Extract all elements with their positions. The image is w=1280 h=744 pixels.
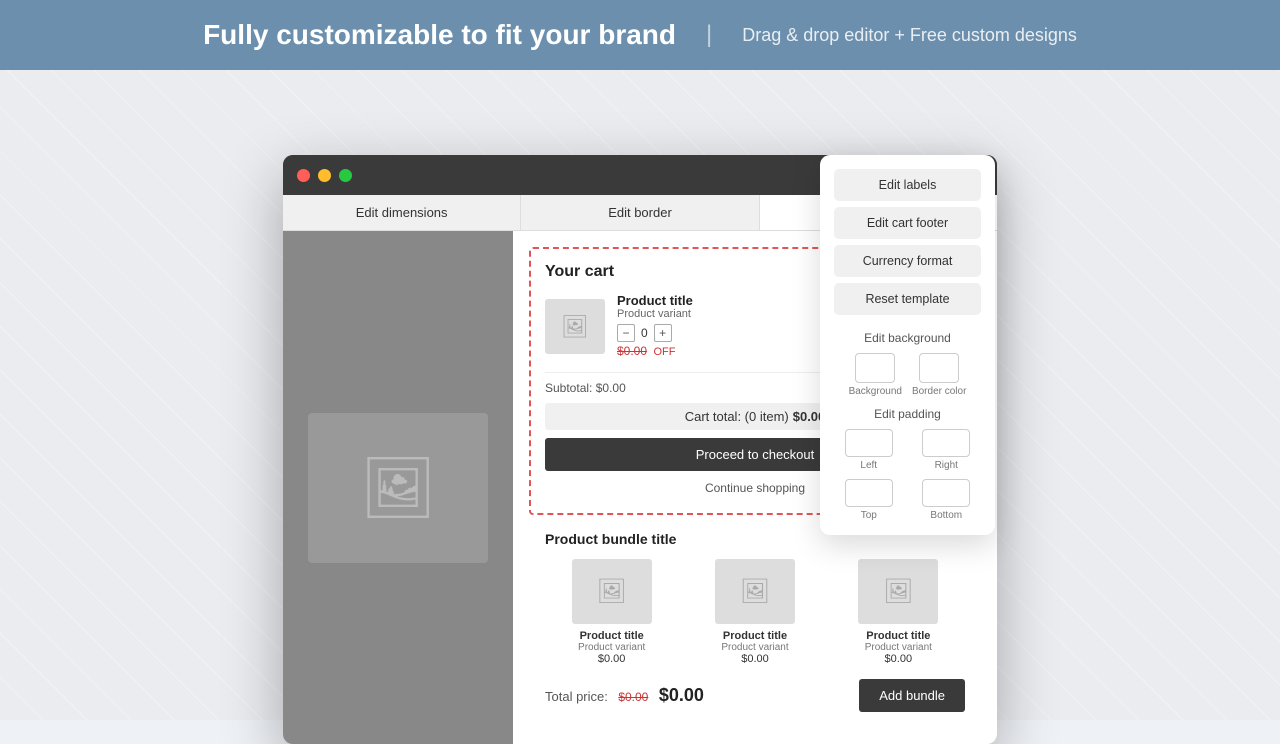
bundle-product-2: 🖼 Product title Product variant $0.00 — [688, 559, 821, 665]
edit-labels-button[interactable]: Edit labels — [834, 169, 981, 201]
bundle-img-icon-3: 🖼 — [883, 577, 913, 606]
currency-format-button[interactable]: Currency format — [834, 245, 981, 277]
padding-top-item: Top — [834, 479, 904, 521]
bundle-img-icon-2: 🖼 — [740, 577, 770, 606]
subtotal-label: Subtotal: $0.00 — [545, 381, 626, 395]
bundle-price: $0.00 — [659, 685, 704, 705]
padding-left-item: Left — [834, 429, 904, 471]
image-icon-large: 🖼 — [360, 452, 436, 523]
bundle-footer: Total price: $0.00 $0.00 Add bundle — [545, 679, 965, 712]
padding-grid: Left Right Top Bottom — [834, 429, 981, 521]
background-color-swatch[interactable] — [855, 353, 895, 383]
padding-left-label: Left — [834, 460, 904, 471]
bundle-img-2: 🖼 — [715, 559, 795, 624]
border-color-item: Border color — [912, 353, 966, 397]
image-placeholder-large: 🖼 — [308, 413, 488, 563]
padding-top-label: Top — [834, 510, 904, 521]
padding-bottom-label: Bottom — [912, 510, 982, 521]
bundle-total-area: Total price: $0.00 $0.00 — [545, 685, 704, 706]
bundle-img-icon-1: 🖼 — [596, 577, 626, 606]
item-image: 🖼 — [545, 299, 605, 354]
header-title: Fully customizable to fit your brand — [203, 19, 676, 51]
edit-cart-footer-button[interactable]: Edit cart footer — [834, 207, 981, 239]
padding-bottom-item: Bottom — [912, 479, 982, 521]
background-color-label: Background — [849, 386, 902, 397]
bundle-product-1: 🖼 Product title Product variant $0.00 — [545, 559, 678, 665]
bundle-product-variant-3: Product variant — [832, 642, 965, 653]
border-color-swatch[interactable] — [919, 353, 959, 383]
bundle-product-price-1: $0.00 — [545, 653, 678, 665]
bundle-product-title-2: Product title — [688, 630, 821, 642]
qty-increase-btn[interactable]: + — [654, 324, 672, 342]
bundle-img-3: 🖼 — [858, 559, 938, 624]
minimize-dot[interactable] — [318, 169, 331, 182]
qty-decrease-btn[interactable]: − — [617, 324, 635, 342]
background-section-label: Edit background — [834, 331, 981, 345]
bundle-product-3: 🖼 Product title Product variant $0.00 — [832, 559, 965, 665]
bundle-product-title-1: Product title — [545, 630, 678, 642]
right-panel: Edit labels Edit cart footer Currency fo… — [820, 155, 995, 535]
qty-value: 0 — [641, 326, 648, 340]
maximize-dot[interactable] — [339, 169, 352, 182]
background-color-item: Background — [849, 353, 902, 397]
header-subtitle: Drag & drop editor + Free custom designs — [742, 25, 1077, 46]
bundle-img-1: 🖼 — [572, 559, 652, 624]
header-banner: Fully customizable to fit your brand | D… — [0, 0, 1280, 70]
color-row: Background Border color — [834, 353, 981, 397]
padding-left-input[interactable] — [845, 429, 893, 457]
padding-bottom-input[interactable] — [922, 479, 970, 507]
tab-edit-border[interactable]: Edit border — [521, 195, 759, 230]
bundle-products: 🖼 Product title Product variant $0.00 🖼 … — [545, 559, 965, 665]
add-bundle-button[interactable]: Add bundle — [859, 679, 965, 712]
padding-right-item: Right — [912, 429, 982, 471]
close-dot[interactable] — [297, 169, 310, 182]
padding-right-label: Right — [912, 460, 982, 471]
bundle-product-title-3: Product title — [832, 630, 965, 642]
bundle-product-variant-1: Product variant — [545, 642, 678, 653]
tab-edit-dimensions[interactable]: Edit dimensions — [283, 195, 521, 230]
bundle-product-price-3: $0.00 — [832, 653, 965, 665]
bundle-product-price-2: $0.00 — [688, 653, 821, 665]
item-image-icon: 🖼 — [561, 314, 589, 340]
padding-right-input[interactable] — [922, 429, 970, 457]
border-color-label: Border color — [912, 386, 966, 397]
padding-section-label: Edit padding — [834, 407, 981, 421]
bundle-area: Product bundle title 🖼 Product title Pro… — [529, 531, 981, 728]
left-sidebar: 🖼 — [283, 231, 513, 744]
header-divider: | — [706, 21, 712, 49]
padding-top-input[interactable] — [845, 479, 893, 507]
reset-template-button[interactable]: Reset template — [834, 283, 981, 315]
bundle-product-variant-2: Product variant — [688, 642, 821, 653]
